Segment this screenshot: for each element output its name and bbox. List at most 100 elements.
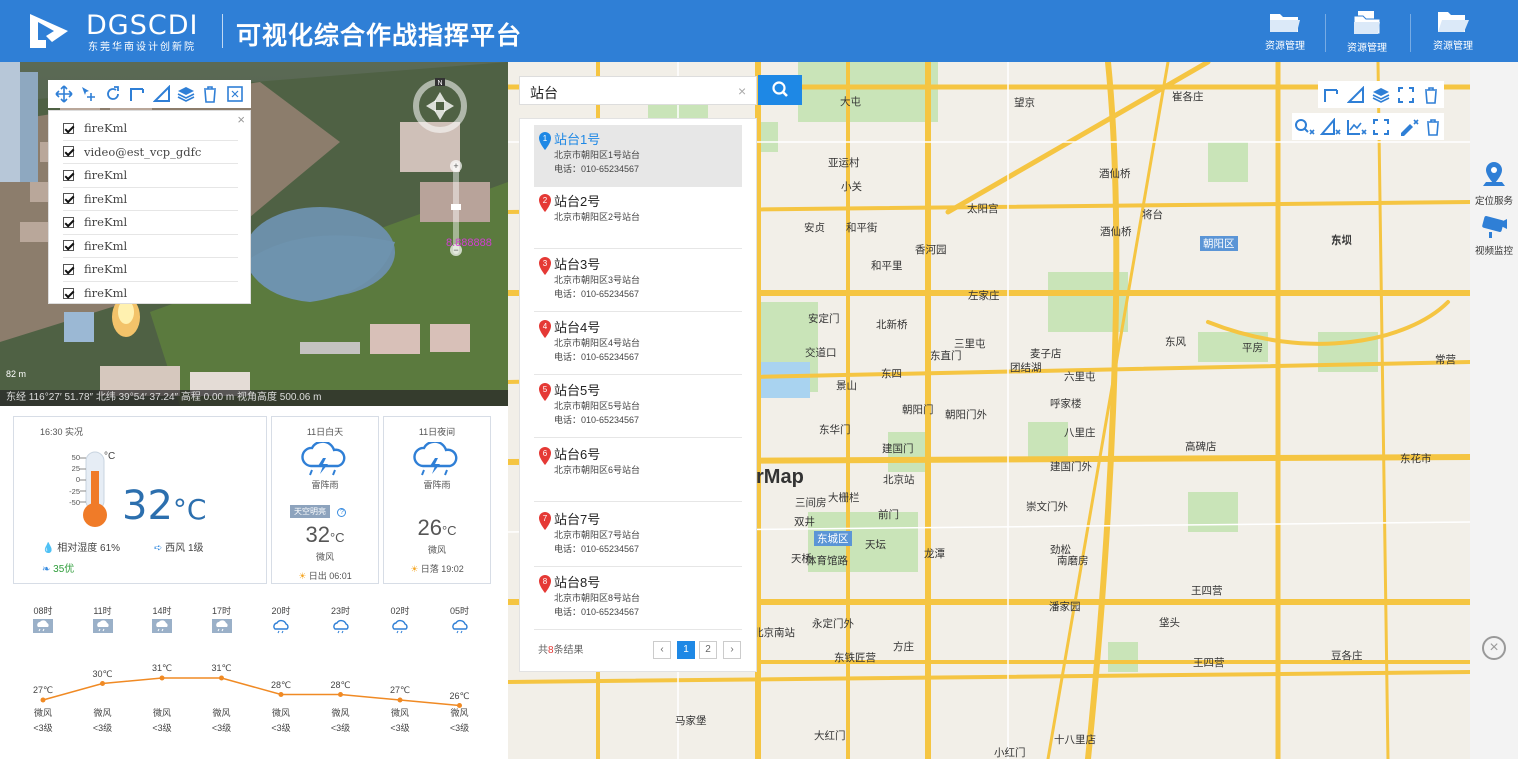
checkbox-checked[interactable] <box>63 216 74 228</box>
trash-icon[interactable] <box>1422 86 1440 104</box>
navigation-compass[interactable]: N <box>410 76 470 136</box>
hour-temperature: 28℃ <box>270 679 292 690</box>
pan-icon[interactable] <box>55 85 73 103</box>
checkbox-checked[interactable] <box>63 122 74 134</box>
measure-area-icon[interactable] <box>152 85 171 103</box>
layer-item[interactable]: fireKml <box>63 258 238 282</box>
video-monitor-button[interactable]: 视频监控 <box>1470 212 1518 257</box>
search-button[interactable] <box>758 75 802 105</box>
clear-search-icon[interactable] <box>1294 118 1316 136</box>
resource-button-3[interactable]: 资源管理 <box>1418 10 1488 56</box>
resource-button-1[interactable]: 资源管理 <box>1250 10 1320 56</box>
aqi-row: ❧ 35优 <box>42 560 74 575</box>
map-place-label: 东坝 <box>1331 234 1352 246</box>
clear-icon[interactable]: × <box>738 83 746 99</box>
trash-icon[interactable] <box>201 85 219 103</box>
layers-icon[interactable] <box>1372 86 1390 104</box>
search-result-item[interactable]: 8 站台8号 北京市朝阳区8号站台 电话：010-65234567 <box>534 568 742 630</box>
close-button[interactable]: × <box>1482 636 1506 660</box>
result-name: 站台2号 <box>554 194 601 209</box>
checkbox-checked[interactable] <box>63 169 74 181</box>
map-place-label: 王四营 <box>1193 657 1225 669</box>
rain-cloud-icon <box>202 618 242 636</box>
map-place-label: 潘家园 <box>1049 601 1081 613</box>
trash-icon[interactable] <box>1424 118 1442 136</box>
layer-label: fireKml <box>84 168 128 183</box>
resource-button-2[interactable]: 资源管理 <box>1332 10 1402 56</box>
video-monitor-label: 视频监控 <box>1474 246 1513 257</box>
map-place-label: 景山 <box>836 380 857 392</box>
map-place-label: 东城区 <box>814 531 852 546</box>
map-place-label: 望京 <box>1014 97 1035 109</box>
layer-label: fireKml <box>84 191 128 206</box>
search-result-item[interactable]: 6 站台6号 北京市朝阳区6号站台 <box>534 440 742 502</box>
pin-number: 1 <box>543 134 548 143</box>
hour-temperature: 30℃ <box>92 668 113 679</box>
map-place-label: 东四 <box>881 368 902 380</box>
search-result-item[interactable]: 3 站台3号 北京市朝阳区3号站台 电话：010-65234567 <box>534 250 742 312</box>
search-result-item[interactable]: 5 站台5号 北京市朝阳区5号站台 电话：010-65234567 <box>534 376 742 438</box>
temp-value: 32 <box>122 483 173 529</box>
search-result-item[interactable]: 2 站台2号 北京市朝阳区2号站台 <box>534 187 742 249</box>
search-result-item[interactable]: 7 站台7号 北京市朝阳区7号站台 电话：010-65234567 <box>534 505 742 567</box>
checkbox-checked[interactable] <box>63 287 74 299</box>
layer-item[interactable]: fireKml <box>63 282 238 306</box>
layer-item[interactable]: video@est_vcp_gdfc <box>63 141 238 164</box>
prev-page-button[interactable]: ‹ <box>653 641 671 659</box>
next-page-button[interactable]: › <box>723 641 741 659</box>
layer-item[interactable]: fireKml <box>63 188 238 211</box>
layer-item[interactable]: fireKml <box>63 117 238 141</box>
layer-item[interactable]: fireKml <box>63 164 238 188</box>
locate-service-button[interactable]: 定位服务 <box>1470 160 1518 207</box>
clear-extent-icon[interactable] <box>1372 118 1394 136</box>
checkbox-checked[interactable] <box>63 146 74 158</box>
map-place-label: 安定门 <box>808 313 840 325</box>
close-icon[interactable]: × <box>237 112 245 127</box>
layer-item[interactable]: fireKml <box>63 235 238 258</box>
clear-area-icon[interactable] <box>1320 117 1342 136</box>
page-button-1[interactable]: 1 <box>677 641 695 659</box>
temp-unit: °C <box>172 493 207 526</box>
measure-area-icon[interactable] <box>1346 85 1365 104</box>
checkbox-checked[interactable] <box>63 263 74 275</box>
header-divider <box>222 14 223 48</box>
result-phone: 电话：010-65234567 <box>554 289 640 299</box>
hour-wind: 微风 <box>450 708 469 718</box>
result-name: 站台7号 <box>554 512 601 527</box>
measure-line-icon[interactable] <box>128 85 146 103</box>
search-input[interactable]: 站台 <box>519 76 757 105</box>
hour-wind-level: <3级 <box>33 723 53 733</box>
map-place-label: 天桥 <box>791 553 812 565</box>
temperature-point <box>397 697 403 703</box>
measure-line-icon[interactable] <box>1322 86 1340 104</box>
map-place-label: 马家堡 <box>675 715 707 727</box>
search-result-item[interactable]: 4 站台4号 北京市朝阳区4号站台 电话：010-65234567 <box>534 313 742 375</box>
search-result-item[interactable]: 1 站台1号 北京市朝阳区1号站台 电话：010-65234567 <box>534 125 742 187</box>
logo-icon <box>30 14 68 48</box>
help-icon[interactable]: ? <box>337 508 347 517</box>
scene-toolbar <box>48 80 251 108</box>
fullscreen-icon[interactable] <box>226 85 244 103</box>
rotate-icon[interactable] <box>104 85 122 103</box>
result-name: 站台4号 <box>554 320 601 335</box>
clear-draw-icon[interactable] <box>1398 118 1420 136</box>
pin-number: 3 <box>543 259 548 268</box>
temperature-point <box>278 692 284 697</box>
sunset-text: 日落 19:02 <box>420 564 464 574</box>
weather-current-card: 16:30 实况 50 25 0 -25 -50 °C 32°C 💧 相对湿度 … <box>13 416 267 584</box>
checkbox-checked[interactable] <box>63 240 74 252</box>
select-move-icon[interactable] <box>80 85 98 103</box>
layer-list-panel: × fireKml video@est_vcp_gdfc fireKml fir… <box>48 110 251 304</box>
temp-value: 32 <box>305 522 330 547</box>
clear-chart-icon[interactable] <box>1346 118 1368 136</box>
scale-tick: 25 <box>71 464 80 474</box>
layers-icon[interactable] <box>177 85 195 103</box>
checkbox-checked[interactable] <box>63 193 74 205</box>
map-place-label: 十八里店 <box>1054 734 1096 746</box>
layer-item[interactable]: fireKml <box>63 211 238 235</box>
folder-open-icon <box>1438 12 1469 32</box>
map-place-label: 龙潭 <box>924 548 945 560</box>
map-place-label: 平房 <box>1242 342 1263 354</box>
fullscreen-icon[interactable] <box>1397 86 1415 104</box>
page-button-2[interactable]: 2 <box>699 641 717 659</box>
